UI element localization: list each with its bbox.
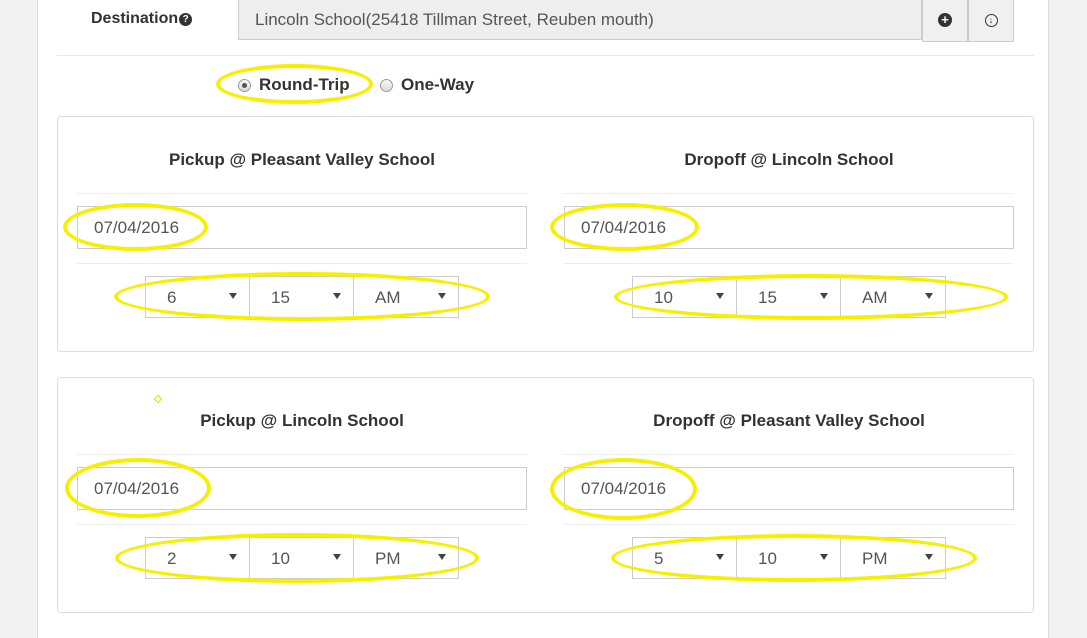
caret-down-icon: [716, 293, 724, 299]
caret-down-icon: [229, 293, 237, 299]
destination-label: Destination?: [91, 10, 193, 28]
minute-select[interactable]: 10: [250, 538, 354, 578]
leg-title: Pickup @ Lincoln School: [200, 411, 404, 430]
hour-value: 5: [654, 549, 664, 568]
hour-value: 10: [654, 288, 673, 307]
ampm-select[interactable]: AM: [841, 277, 945, 317]
download-destination-button[interactable]: ↓: [968, 0, 1014, 42]
leg-title: Pickup @ Pleasant Valley School: [168, 150, 435, 169]
plus-circle-icon: +: [938, 13, 952, 27]
ampm-value: PM: [375, 549, 401, 568]
caret-down-icon: [438, 554, 446, 560]
hour-select[interactable]: 5: [633, 538, 737, 578]
add-destination-button[interactable]: +: [922, 0, 968, 42]
one-way-radio[interactable]: [380, 78, 393, 92]
caret-down-icon: [925, 554, 933, 560]
ampm-value: AM: [862, 288, 888, 307]
help-icon[interactable]: ?: [179, 13, 193, 26]
hour-select[interactable]: 2: [146, 538, 250, 578]
minute-value: 10: [271, 549, 290, 568]
caret-down-icon: [333, 554, 341, 560]
arrow-down-circle-icon: ↓: [984, 13, 998, 27]
pickup-date-input[interactable]: 07/04/2016: [77, 467, 527, 510]
caret-down-icon: [333, 293, 341, 299]
dropoff-time-select: 5 10 PM: [632, 537, 946, 579]
minute-value: 15: [758, 288, 777, 307]
round-trip-radio[interactable]: [238, 78, 251, 92]
dropoff-time-select: 10 15 AM: [632, 276, 946, 318]
ampm-value: PM: [862, 549, 888, 568]
caret-down-icon: [438, 293, 446, 299]
ampm-value: AM: [375, 288, 401, 307]
divider: [77, 193, 527, 194]
minute-select[interactable]: 15: [250, 277, 354, 317]
dropoff-date-input[interactable]: 07/04/2016: [564, 206, 1014, 249]
leg-title: Dropoff @ Pleasant Valley School: [653, 411, 925, 430]
caret-down-icon: [229, 554, 237, 560]
pickup-time-select: 2 10 PM: [145, 537, 459, 579]
minute-value: 15: [271, 288, 290, 307]
outbound-trip-card: Pickup @ Pleasant Valley School 07/04/20…: [57, 116, 1034, 352]
pickup-time-select: 6 15 AM: [145, 276, 459, 318]
divider: [77, 524, 527, 525]
hour-select[interactable]: 6: [146, 277, 250, 317]
minute-value: 10: [758, 549, 777, 568]
divider: [564, 524, 1014, 525]
ampm-select[interactable]: AM: [354, 277, 458, 317]
one-way-label[interactable]: One-Way: [401, 75, 474, 95]
hour-value: 6: [167, 288, 177, 307]
caret-down-icon: [716, 554, 724, 560]
leg-title: Dropoff @ Lincoln School: [684, 150, 894, 169]
one-way-option[interactable]: One-Way: [380, 75, 474, 95]
pickup-date-input[interactable]: 07/04/2016: [77, 206, 527, 249]
divider: [564, 454, 1014, 455]
destination-field[interactable]: Lincoln School(25418 Tillman Street, Reu…: [238, 0, 922, 40]
divider: [564, 263, 1014, 264]
hour-select[interactable]: 10: [633, 277, 737, 317]
divider: [77, 454, 527, 455]
caret-down-icon: [820, 293, 828, 299]
minute-select[interactable]: 15: [737, 277, 841, 317]
minute-select[interactable]: 10: [737, 538, 841, 578]
ampm-select[interactable]: PM: [354, 538, 458, 578]
divider: [57, 55, 1034, 56]
divider: [564, 193, 1014, 194]
destination-label-text: Destination: [91, 10, 179, 27]
round-trip-label[interactable]: Round-Trip: [259, 75, 350, 95]
ampm-select[interactable]: PM: [841, 538, 945, 578]
divider: [77, 263, 527, 264]
caret-down-icon: [820, 554, 828, 560]
dropoff-date-input[interactable]: 07/04/2016: [564, 467, 1014, 510]
hour-value: 2: [167, 549, 177, 568]
caret-down-icon: [925, 293, 933, 299]
round-trip-option[interactable]: Round-Trip: [238, 75, 350, 95]
return-trip-card: Pickup @ Lincoln School 07/04/2016 2 10 …: [57, 377, 1034, 613]
